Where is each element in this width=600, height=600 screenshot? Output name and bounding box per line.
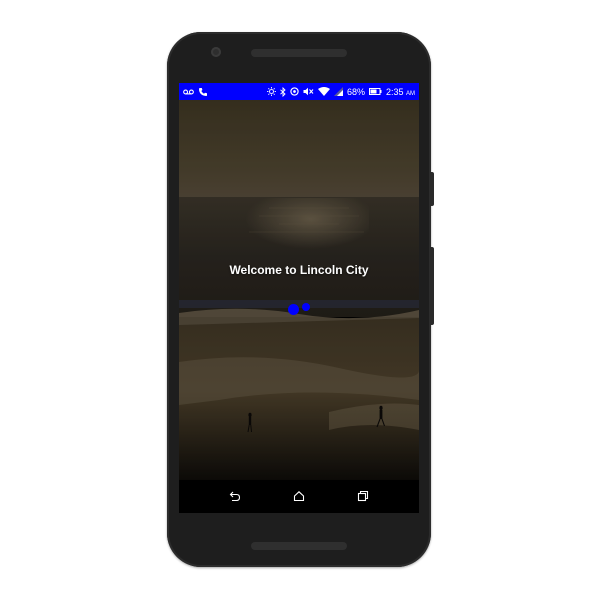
recents-button[interactable] (356, 489, 370, 503)
phone-call-icon (199, 87, 207, 96)
brightness-icon (266, 87, 276, 96)
mute-icon (303, 87, 314, 96)
wifi-icon (317, 87, 330, 96)
top-speaker (251, 49, 347, 57)
bottom-speaker (251, 542, 347, 550)
battery-percent: 68% (346, 86, 365, 97)
back-button[interactable] (228, 489, 242, 503)
battery-icon (368, 88, 382, 95)
clock-ampm: AM (406, 90, 415, 97)
loading-dot (302, 303, 310, 311)
volume-button (430, 247, 434, 325)
back-icon (229, 491, 241, 502)
signal-icon (333, 87, 343, 96)
clock-time: 2:35 (385, 86, 404, 97)
home-button[interactable] (292, 489, 306, 503)
bluetooth-icon (280, 86, 286, 97)
clock: 2:35 AM (386, 87, 415, 97)
voicemail-icon (183, 89, 194, 94)
status-bar: 68% 2:35 AM (179, 83, 419, 100)
phone-frame: 68% 2:35 AM Welcome to Lincoln City (167, 32, 434, 567)
screen: 68% 2:35 AM Welcome to Lincoln City (179, 83, 419, 513)
welcome-title: Welcome to Lincoln City (229, 263, 369, 277)
beach-background-image (179, 100, 419, 480)
loading-dot (288, 304, 299, 315)
data-saver-icon (290, 87, 299, 96)
splash-screen: Welcome to Lincoln City (179, 100, 419, 480)
front-camera (211, 47, 221, 57)
navigation-bar (179, 480, 419, 513)
home-icon (293, 491, 305, 502)
recents-icon (357, 490, 369, 502)
power-button (430, 172, 434, 206)
